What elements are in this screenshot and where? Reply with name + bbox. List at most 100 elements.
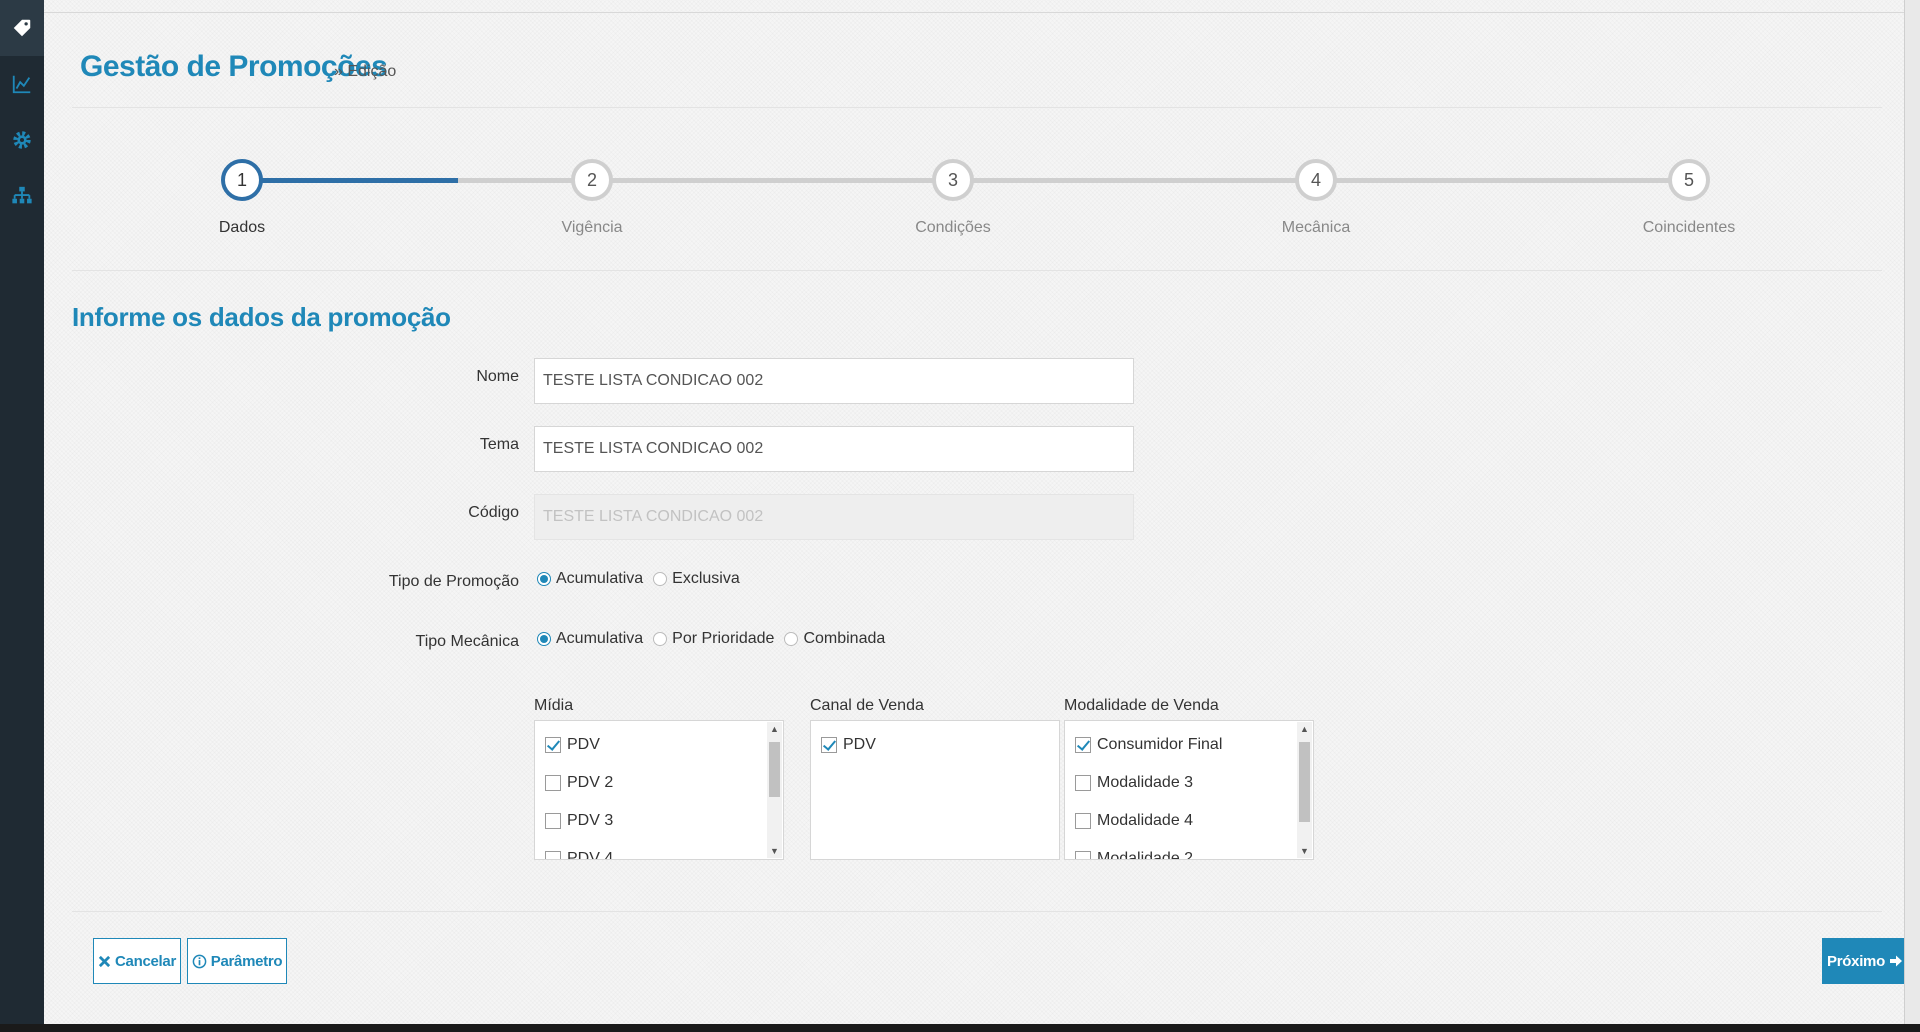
list-item-label: PDV xyxy=(567,736,600,753)
checkbox-checked-icon[interactable] xyxy=(1075,737,1091,753)
header-divider xyxy=(72,107,1882,108)
modalidade-venda-label: Modalidade de Venda xyxy=(1064,697,1219,714)
close-icon xyxy=(98,955,111,968)
step-5-circle[interactable]: 5 xyxy=(1668,159,1710,201)
parameter-button[interactable]: Parâmetro xyxy=(187,938,287,984)
midia-item[interactable]: PDV 4 xyxy=(535,840,783,860)
midia-label: Mídia xyxy=(534,697,574,714)
step-4-circle[interactable]: 4 xyxy=(1295,159,1337,201)
list-item-label: Consumidor Final xyxy=(1097,736,1223,753)
breadcrumb: » Edição xyxy=(334,63,397,80)
radio-label: Combinada xyxy=(803,630,886,647)
tipo-mecanica-option-por-prioridade[interactable]: Por Prioridade xyxy=(653,630,774,648)
gear-icon xyxy=(13,131,31,149)
main-content: Gestão de Promoções » Edição 1 2 3 4 5 D… xyxy=(44,0,1908,1024)
canal-venda-listbox[interactable]: PDV xyxy=(810,720,1060,860)
checkbox-checked-icon[interactable] xyxy=(821,737,837,753)
line-chart-icon xyxy=(12,75,31,94)
section-title: Informe os dados da promoção xyxy=(72,302,451,332)
modalidade-venda-scrollbar[interactable]: ▲ ▼ xyxy=(1297,722,1312,858)
nome-input[interactable] xyxy=(534,358,1134,404)
checkbox-unchecked-icon[interactable] xyxy=(1075,851,1091,859)
list-item-label: PDV 2 xyxy=(567,774,614,791)
sidebar-item-settings[interactable] xyxy=(0,112,44,168)
checkbox-unchecked-icon[interactable] xyxy=(545,813,561,829)
scroll-down-icon[interactable]: ▼ xyxy=(767,844,782,858)
radio-checked-icon xyxy=(537,632,551,646)
tipo-promocao-label: Tipo de Promoção xyxy=(388,573,519,590)
checkbox-checked-icon[interactable] xyxy=(545,737,561,753)
scroll-down-icon[interactable]: ▼ xyxy=(1297,844,1312,858)
sidebar-item-reports[interactable] xyxy=(0,56,44,112)
radio-label: Por Prioridade xyxy=(672,630,775,647)
scroll-thumb[interactable] xyxy=(1299,742,1310,822)
stepper-divider xyxy=(72,270,1882,271)
radio-unchecked-icon xyxy=(784,632,799,646)
checkbox-unchecked-icon[interactable] xyxy=(545,775,561,791)
codigo-label: Código xyxy=(468,504,519,521)
radio-unchecked-icon xyxy=(653,632,668,646)
list-item-label: Modalidade 2 xyxy=(1097,850,1194,860)
modalidade-venda-listbox[interactable]: Consumidor Final Modalidade 3 Modalidade… xyxy=(1064,720,1314,860)
stepper-progress xyxy=(242,178,458,183)
window-scrollbar[interactable] xyxy=(1904,0,1920,1032)
step-2-label: Vigência xyxy=(561,219,623,236)
modalidade-venda-item[interactable]: Modalidade 4 xyxy=(1065,802,1313,840)
checkbox-unchecked-icon[interactable] xyxy=(1075,775,1091,791)
cancel-button-label: Cancelar xyxy=(115,952,176,970)
modalidade-venda-item[interactable]: Modalidade 2 xyxy=(1065,840,1313,860)
modalidade-venda-item[interactable]: Consumidor Final xyxy=(1065,726,1313,764)
codigo-input xyxy=(534,494,1134,540)
canal-venda-item[interactable]: PDV xyxy=(811,726,1059,764)
list-item-label: Modalidade 4 xyxy=(1097,812,1194,829)
cancel-button[interactable]: Cancelar xyxy=(93,938,181,984)
step-3-circle[interactable]: 3 xyxy=(932,159,974,201)
step-1-circle[interactable]: 1 xyxy=(221,159,263,201)
midia-item[interactable]: PDV 3 xyxy=(535,802,783,840)
canal-venda-label: Canal de Venda xyxy=(810,697,924,714)
checkbox-unchecked-icon[interactable] xyxy=(545,851,561,859)
tema-input[interactable] xyxy=(534,426,1134,472)
scroll-up-icon[interactable]: ▲ xyxy=(767,722,782,736)
sitemap-icon xyxy=(12,186,32,204)
next-button-label: Próximo xyxy=(1827,952,1885,970)
tipo-promocao-radio-group: Acumulativa Exclusiva xyxy=(537,570,750,588)
sidebar xyxy=(0,0,44,1032)
list-item-label: PDV xyxy=(843,736,876,753)
tipo-mecanica-option-combinada[interactable]: Combinada xyxy=(784,630,885,648)
midia-scrollbar[interactable]: ▲ ▼ xyxy=(767,722,782,858)
step-2-circle[interactable]: 2 xyxy=(571,159,613,201)
window-bottom-edge xyxy=(0,1024,1920,1032)
list-item-label: PDV 4 xyxy=(567,850,614,860)
next-button[interactable]: Próximo xyxy=(1822,938,1908,984)
tipo-promocao-option-exclusiva[interactable]: Exclusiva xyxy=(653,570,740,588)
radio-unchecked-icon xyxy=(653,572,668,586)
tipo-mecanica-option-acumulativa[interactable]: Acumulativa xyxy=(537,630,643,648)
midia-item[interactable]: PDV xyxy=(535,726,783,764)
scroll-thumb[interactable] xyxy=(769,742,780,797)
top-divider xyxy=(44,12,1904,13)
radio-label: Acumulativa xyxy=(556,630,644,647)
step-1-label: Dados xyxy=(218,219,266,236)
step-4-label: Mecânica xyxy=(1281,219,1351,236)
nome-label: Nome xyxy=(476,368,519,385)
modalidade-venda-item[interactable]: Modalidade 3 xyxy=(1065,764,1313,802)
tipo-mecanica-label: Tipo Mecânica xyxy=(415,633,519,650)
midia-item[interactable]: PDV 2 xyxy=(535,764,783,802)
parameter-button-label: Parâmetro xyxy=(210,952,283,970)
tipo-promocao-option-acumulativa[interactable]: Acumulativa xyxy=(537,570,643,588)
sidebar-item-structure[interactable] xyxy=(0,168,44,224)
radio-checked-icon xyxy=(537,572,551,586)
scroll-up-icon[interactable]: ▲ xyxy=(1297,722,1312,736)
tema-label: Tema xyxy=(479,436,519,453)
arrow-right-icon xyxy=(1889,954,1903,968)
tag-icon xyxy=(13,19,31,37)
step-3-label: Condições xyxy=(915,219,991,236)
list-item-label: PDV 3 xyxy=(567,812,614,829)
midia-listbox[interactable]: PDV PDV 2 PDV 3 PDV 4 ▲ ▼ xyxy=(534,720,784,860)
sidebar-item-promotions[interactable] xyxy=(0,0,44,56)
list-item-label: Modalidade 3 xyxy=(1097,774,1194,791)
checkbox-unchecked-icon[interactable] xyxy=(1075,813,1091,829)
footer-divider xyxy=(72,911,1882,912)
tipo-mecanica-radio-group: Acumulativa Por Prioridade Combinada xyxy=(537,630,895,648)
